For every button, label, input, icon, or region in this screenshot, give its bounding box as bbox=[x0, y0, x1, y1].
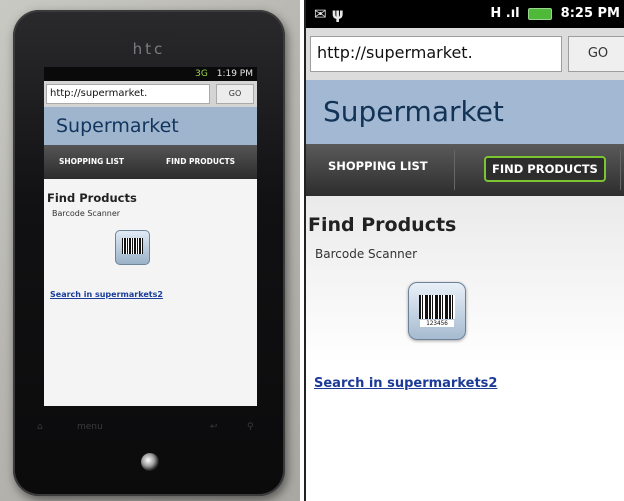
nav-bar: SHOPPING LIST FIND PRODUCTS bbox=[306, 144, 624, 196]
search-key-icon[interactable]: ⚲ bbox=[247, 422, 254, 432]
barcode-bars bbox=[419, 295, 455, 319]
phone-clock: 1:19 PM bbox=[216, 69, 253, 79]
menu-key-label[interactable]: menu bbox=[77, 422, 103, 432]
phone-heading: Find Products bbox=[47, 191, 137, 205]
phone-go-button[interactable]: GO bbox=[216, 84, 254, 104]
barcode-number: 123456 bbox=[420, 320, 454, 327]
phone-barcode-scanner-icon[interactable] bbox=[115, 230, 150, 265]
url-bar: http://supermarket. GO bbox=[306, 28, 624, 80]
nav-divider bbox=[620, 150, 621, 190]
phone-nav-bar: SHOPPING LIST FIND PRODUCTS bbox=[44, 145, 257, 179]
phone-status-bar: 3G 1:19 PM bbox=[44, 67, 257, 81]
go-button[interactable]: GO bbox=[568, 36, 624, 72]
phone-hardware-buttons: ⌂ menu ↩ ⚲ bbox=[35, 422, 263, 438]
brand-logo: htc bbox=[132, 40, 166, 58]
trackball[interactable] bbox=[141, 453, 159, 471]
battery-icon bbox=[528, 7, 553, 20]
phone-tab-shopping-list[interactable]: SHOPPING LIST bbox=[59, 157, 124, 166]
page-heading: Find Products bbox=[308, 214, 457, 236]
site-title: Supermarket bbox=[306, 80, 624, 144]
nav-divider bbox=[454, 150, 455, 190]
android-usb-icon: ✉ ψ bbox=[314, 5, 344, 23]
phone-network-indicator: 3G bbox=[195, 69, 208, 79]
phone-site-title: Supermarket bbox=[44, 107, 257, 145]
phone-page-body: Find Products Barcode Scanner Search in … bbox=[44, 179, 257, 299]
phone-screen: 3G 1:19 PM http://supermarket. GO Superm… bbox=[44, 67, 257, 406]
page-body: Find Products Barcode Scanner 123456 Sea… bbox=[306, 196, 624, 501]
barcode-scanner-icon[interactable]: 123456 bbox=[408, 282, 466, 340]
status-bar: ✉ ψ H .ıl 8:25 PM bbox=[306, 0, 624, 28]
phone-tab-find-products[interactable]: FIND PRODUCTS bbox=[166, 157, 235, 166]
phone-body: htc 3G 1:19 PM http://supermarket. GO Su… bbox=[13, 10, 285, 496]
status-right: H .ıl 8:25 PM bbox=[490, 6, 620, 21]
tab-find-products[interactable]: FIND PRODUCTS bbox=[484, 156, 606, 182]
phone-url-input[interactable]: http://supermarket. bbox=[46, 84, 210, 104]
barcode-scanner-label: Barcode Scanner bbox=[315, 247, 418, 261]
search-supermarkets-link[interactable]: Search in supermarkets2 bbox=[314, 376, 497, 391]
home-key-icon[interactable]: ⌂ bbox=[37, 422, 43, 432]
tab-shopping-list[interactable]: SHOPPING LIST bbox=[328, 159, 428, 173]
phone-search-link[interactable]: Search in supermarkets2 bbox=[50, 290, 257, 299]
phone-subheading: Barcode Scanner bbox=[52, 209, 121, 218]
url-input[interactable]: http://supermarket. bbox=[310, 36, 562, 72]
signal-icon: .ıl bbox=[505, 6, 520, 21]
status-clock: 8:25 PM bbox=[560, 6, 620, 21]
network-indicator: H bbox=[490, 6, 502, 21]
back-key-icon[interactable]: ↩ bbox=[210, 422, 218, 432]
browser-screenshot: ✉ ψ H .ıl 8:25 PM http://supermarket. GO… bbox=[304, 0, 624, 501]
phone-url-bar: http://supermarket. GO bbox=[44, 81, 257, 107]
earpiece-speaker bbox=[121, 32, 177, 36]
phone-photo: htc 3G 1:19 PM http://supermarket. GO Su… bbox=[0, 0, 300, 501]
